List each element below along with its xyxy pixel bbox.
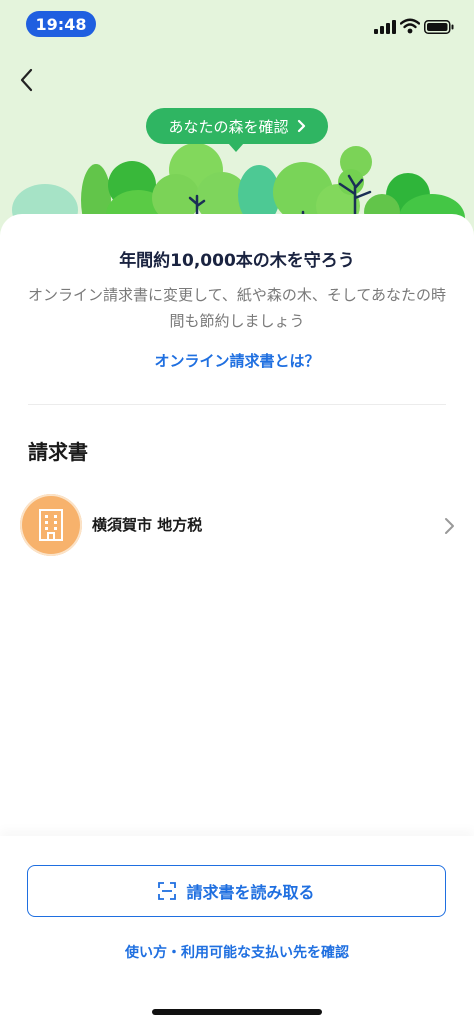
building-icon <box>39 509 63 541</box>
online-invoice-link[interactable]: オンライン請求書とは？ <box>0 350 474 371</box>
view-forest-label: あなたの森を確認 <box>168 117 289 136</box>
chevron-left-icon <box>20 68 33 92</box>
forest-hero: 19:48 あなたの森を確認 <box>0 0 474 240</box>
section-divider <box>28 404 446 405</box>
invoices-section-title: 請求書 <box>28 440 88 464</box>
invoice-name: 横須賀市 地方税 <box>92 516 203 534</box>
view-forest-button[interactable]: あなたの森を確認 <box>146 108 328 152</box>
scan-invoice-label: 請求書を読み取る <box>186 883 315 902</box>
battery-icon <box>424 20 454 34</box>
status-bar: 19:48 <box>0 0 474 48</box>
promo-headline: 年間約10,000本の木を守ろう <box>119 251 355 271</box>
scan-invoice-button[interactable]: 請求書を読み取る <box>27 865 446 917</box>
promo-description: オンライン請求書に変更して、紙や森の木、そしてあなたの時間も節約しましょう <box>28 286 446 330</box>
back-button[interactable] <box>8 62 44 98</box>
status-time: 19:48 <box>26 11 96 37</box>
help-link[interactable]: 使い方・利用可能な支払い先を確認 <box>0 942 474 962</box>
wifi-icon <box>400 18 420 34</box>
invoice-avatar <box>20 494 82 556</box>
scan-icon <box>158 882 177 900</box>
signal-icon <box>374 20 396 34</box>
chevron-right-icon <box>297 119 305 133</box>
chevron-right-icon <box>445 518 454 534</box>
home-indicator[interactable] <box>152 1009 322 1015</box>
invoice-list-item[interactable]: 横須賀市 地方税 <box>0 494 474 558</box>
